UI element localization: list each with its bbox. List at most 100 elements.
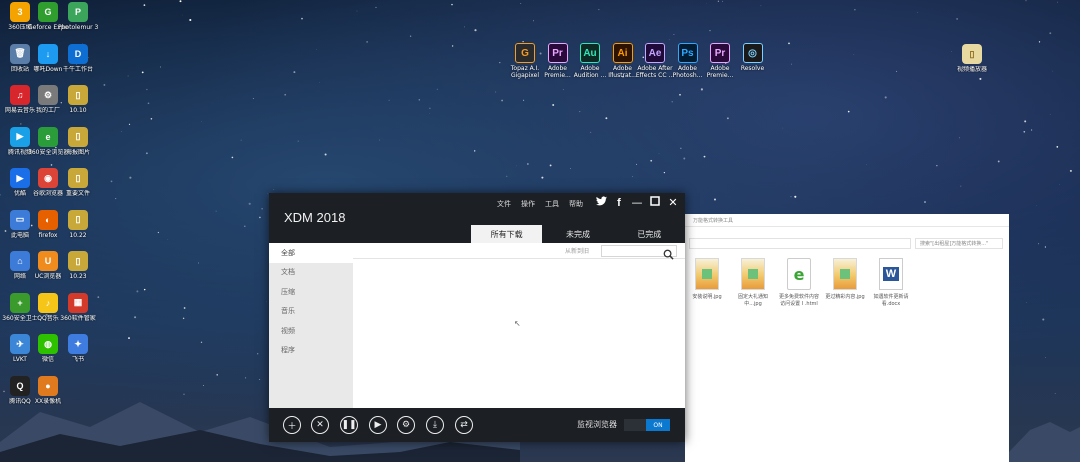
star	[366, 41, 368, 43]
recorder-icon: ●	[38, 375, 58, 396]
browser-monitor-toggle[interactable]: ON	[624, 419, 670, 431]
delete-button[interactable]: ✕	[311, 416, 329, 434]
minimize-icon[interactable]: —	[631, 196, 643, 210]
desktop-file-video-player[interactable]: ▯ 视频播放器	[954, 44, 990, 88]
facebook-icon[interactable]: f	[613, 196, 625, 210]
file-item[interactable]: e 更多免费软件内容访问设置 I .html	[779, 258, 819, 308]
file-name: 安装说明.jpg	[692, 294, 722, 300]
star	[936, 165, 938, 167]
desktop-icon[interactable]: ▦ 360软件管家	[60, 292, 96, 337]
star	[1025, 0, 1027, 2]
desktop-icon[interactable]: ▯ 10.23	[60, 251, 96, 295]
file-icon: ▯	[68, 251, 88, 271]
desktop-icon[interactable]: ▯ 重要文件	[60, 168, 96, 212]
star	[145, 152, 148, 155]
address-bar[interactable]	[689, 238, 911, 249]
file-item[interactable]: 安装说明.jpg	[687, 258, 727, 301]
add-download-button[interactable]: ＋	[283, 416, 301, 434]
star	[1023, 130, 1026, 133]
star	[1038, 243, 1040, 245]
tab-incomplete[interactable]: 未完成	[542, 225, 613, 243]
category-programs[interactable]: 程序	[269, 341, 353, 361]
star	[520, 3, 522, 5]
browser-monitor-label: 监视浏览器	[577, 420, 617, 429]
download-queue-button[interactable]: ⤓	[426, 416, 444, 434]
file-icon: ▯	[68, 209, 88, 230]
desktop-icon[interactable]: ◎ Resolve	[735, 43, 771, 87]
desktop-icon[interactable]: ▯ 海报图片	[60, 126, 96, 171]
premiere-icon: Pr	[547, 43, 568, 63]
star	[1049, 32, 1052, 35]
star	[474, 150, 476, 152]
desktop-icon-label: 飞书	[71, 356, 84, 363]
resume-button[interactable]: ▶	[369, 416, 387, 434]
star	[451, 45, 454, 47]
star	[854, 9, 856, 11]
star	[499, 61, 501, 64]
lvkt-icon: ✈	[10, 334, 30, 354]
desktop-icon[interactable]: ▯ 10.10	[60, 85, 96, 129]
xdm-window[interactable]: XDM 2018 文件 操作 工具 帮助 f — ✕ 所有下载 未完成 已完成 …	[269, 193, 685, 442]
star	[668, 39, 670, 41]
x-icon: ✕	[316, 420, 324, 430]
menu-file[interactable]: 文件	[497, 199, 511, 209]
close-icon[interactable]: ✕	[667, 196, 679, 210]
category-music[interactable]: 音乐	[269, 302, 353, 322]
star	[495, 91, 497, 93]
desktop-icon-label: Photolemur 3	[58, 24, 98, 31]
search-icon[interactable]	[663, 245, 674, 260]
category-video[interactable]: 视频	[269, 321, 353, 341]
star	[549, 164, 552, 167]
star	[1044, 246, 1047, 248]
star	[143, 288, 146, 291]
star	[1031, 129, 1033, 131]
play-icon: ▶	[374, 420, 382, 430]
star	[924, 201, 926, 203]
star	[474, 29, 477, 32]
refresh-button[interactable]: ⇄	[455, 416, 473, 434]
menu-actions[interactable]: 操作	[521, 199, 535, 209]
download-list[interactable]: 从新到旧 ↖	[353, 243, 685, 408]
category-all[interactable]: 全部	[269, 243, 353, 263]
file-name: 如遇软件更新请看.docx	[873, 294, 909, 307]
menu-tools[interactable]: 工具	[545, 199, 559, 209]
after-effects-icon: Ae	[645, 43, 665, 63]
desktop-icon[interactable]: ▯ 10.22	[60, 209, 96, 254]
file-icon: ▯	[68, 126, 88, 147]
tab-completed[interactable]: 已完成	[614, 225, 685, 243]
star	[167, 239, 169, 240]
star	[562, 89, 564, 90]
sort-order-label[interactable]: 从新到旧	[565, 246, 589, 255]
file-item[interactable]: 固定大礼通知中...jpg	[733, 258, 773, 308]
file-item[interactable]: 更过精彩内容.jpg	[825, 258, 865, 301]
tencent-video-icon: ▶	[10, 126, 30, 147]
explorer-search-input[interactable]: 搜索"[出租屋]万能格式转换..."	[915, 238, 1003, 249]
file-explorer-window[interactable]: 万能格式转换工具 搜索"[出租屋]万能格式转换..." 安装说明.jpg 固定大礼…	[685, 214, 1009, 462]
star	[790, 196, 792, 198]
star	[709, 29, 711, 32]
settings-button[interactable]: ⚙	[397, 416, 415, 434]
tab-all-downloads[interactable]: 所有下载	[471, 225, 543, 243]
menu-help[interactable]: 帮助	[569, 199, 583, 209]
maximize-icon[interactable]	[649, 196, 661, 210]
star	[146, 88, 148, 91]
star	[1052, 70, 1053, 72]
category-documents[interactable]: 文档	[269, 263, 353, 283]
star	[266, 301, 267, 303]
pause-button[interactable]: ❚❚	[340, 416, 358, 434]
twitter-icon[interactable]	[595, 196, 607, 210]
desktop-icon-label: 360软件管家	[60, 314, 96, 322]
file-name: 固定大礼通知中...jpg	[737, 294, 768, 307]
star	[590, 131, 592, 133]
file-item[interactable]: W 如遇软件更新请看.docx	[871, 258, 911, 308]
star	[951, 51, 952, 52]
desktop-icon[interactable]: P Photolemur 3	[58, 2, 98, 46]
star	[760, 5, 762, 7]
category-compressed[interactable]: 压缩	[269, 282, 353, 302]
desktop-icon[interactable]: D 千牛工作台	[60, 43, 96, 88]
word-file-icon: W	[879, 258, 903, 290]
desktop-icon[interactable]: ● XX录像机	[30, 375, 66, 420]
star	[501, 99, 503, 102]
star	[679, 93, 681, 96]
desktop-icon[interactable]: ✦ 飞书	[60, 334, 96, 378]
